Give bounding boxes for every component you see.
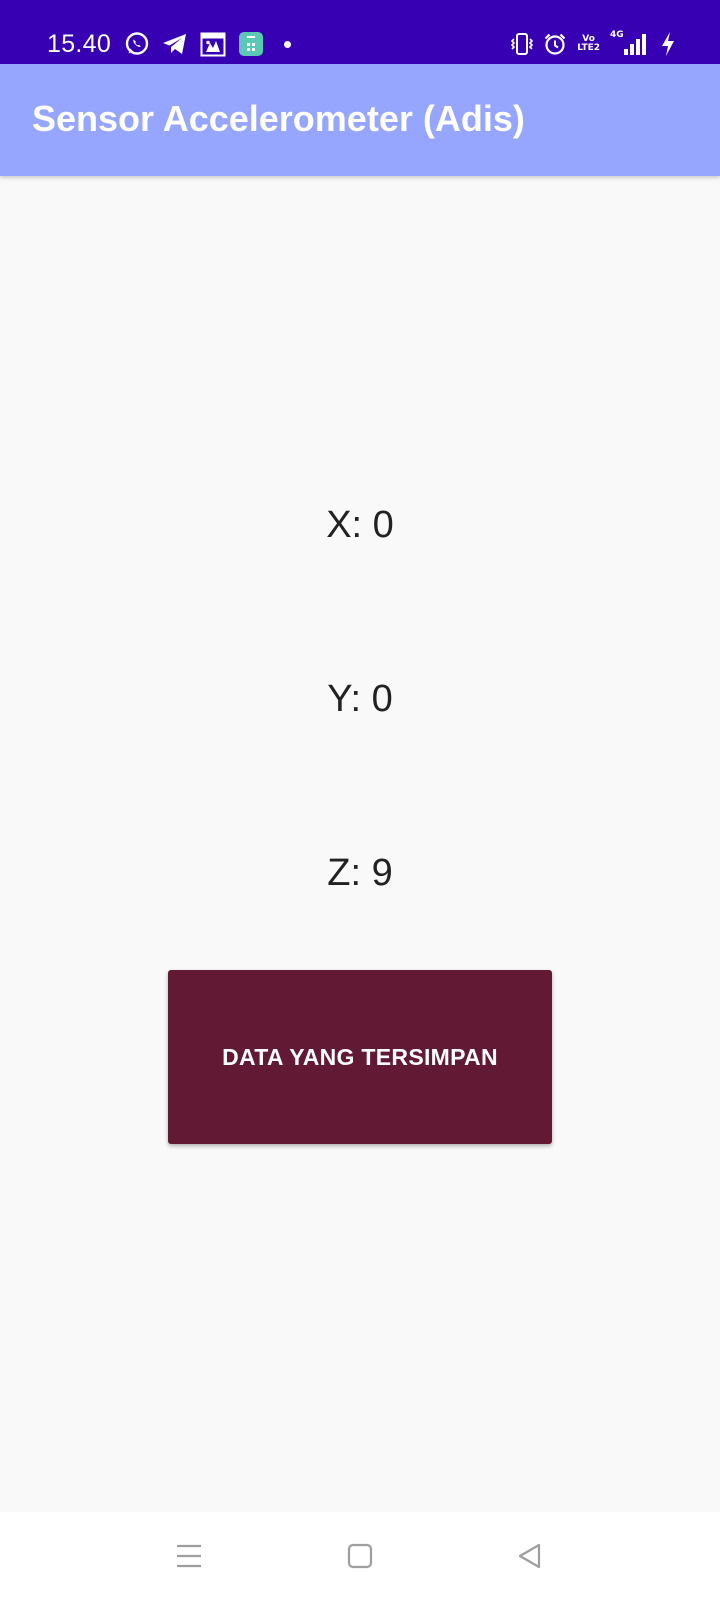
app-bar: Sensor Accelerometer (Adis) (0, 64, 720, 176)
whatsapp-icon (124, 31, 150, 57)
volte-label-bottom: LTE2 (577, 43, 600, 53)
telegram-icon (162, 32, 188, 56)
vibrate-icon (511, 32, 534, 56)
status-bar: 15.40 Vo LTE2 4G (0, 0, 720, 64)
menu-icon[interactable] (169, 1536, 209, 1576)
network-type-label: 4G (610, 30, 624, 40)
home-icon[interactable] (340, 1536, 380, 1576)
status-icons-right: Vo LTE2 4G (511, 30, 676, 58)
back-icon[interactable] (510, 1536, 550, 1576)
notification-dot-icon (284, 40, 291, 48)
teal-app-icon (238, 31, 264, 57)
saved-data-button-label: DATA YANG TERSIMPAN (222, 1043, 498, 1070)
z-axis-value: Z: 9 (327, 852, 393, 894)
saved-data-button[interactable]: DATA YANG TERSIMPAN (168, 970, 552, 1144)
calendar-app-icon (200, 31, 226, 57)
status-icons-left (124, 30, 291, 58)
navigation-bar (0, 1512, 720, 1600)
charging-icon (660, 31, 676, 57)
page-title: Sensor Accelerometer (Adis) (32, 98, 525, 139)
status-time: 15.40 (47, 30, 112, 58)
signal-4g-icon: 4G (610, 31, 650, 57)
y-axis-value: Y: 0 (327, 678, 393, 720)
volte-icon: Vo LTE2 (577, 35, 600, 53)
alarm-icon (543, 32, 567, 56)
x-axis-value: X: 0 (326, 504, 394, 546)
